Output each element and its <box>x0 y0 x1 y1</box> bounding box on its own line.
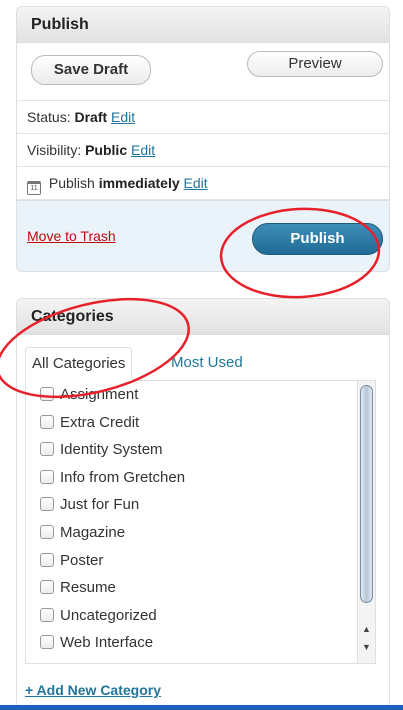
categories-box-title: Categories <box>17 299 389 335</box>
category-item[interactable]: Just for Fun <box>40 491 357 519</box>
scrollbar-thumb[interactable] <box>360 385 373 603</box>
category-label: Just for Fun <box>60 496 140 514</box>
category-label: Info from Gretchen <box>60 468 186 486</box>
category-checkbox[interactable] <box>40 607 54 622</box>
category-label: Web Interface <box>60 634 154 652</box>
category-item[interactable]: Resume <box>40 574 357 602</box>
category-checkbox[interactable] <box>40 442 54 457</box>
add-new-category-link[interactable]: + Add New Category <box>25 682 161 698</box>
category-label: Uncategorized <box>60 606 157 624</box>
category-item[interactable]: Web Interface <box>40 629 357 657</box>
category-label: Extra Credit <box>60 413 140 431</box>
tab-most-used[interactable]: Most Used <box>165 347 249 381</box>
categories-box: Categories All Categories Most Used Assi… <box>16 298 390 708</box>
category-item[interactable]: Magazine <box>40 519 357 547</box>
category-checkbox[interactable] <box>40 580 54 595</box>
scroll-up-arrow-icon[interactable]: ▲ <box>360 621 373 637</box>
publish-button[interactable]: Publish <box>252 223 383 255</box>
scroll-down-arrow-icon[interactable]: ▼ <box>360 639 373 655</box>
status-label: Status: <box>27 109 71 125</box>
visibility-value: Public <box>85 142 128 158</box>
status-value: Draft <box>74 109 108 125</box>
category-scrollbar[interactable]: ▲ ▼ <box>358 380 376 664</box>
category-label: Poster <box>60 551 104 569</box>
visibility-edit-link[interactable]: Edit <box>131 142 155 158</box>
visibility-label: Visibility: <box>27 142 82 158</box>
schedule-value: immediately <box>98 175 180 191</box>
category-label: Identity System <box>60 441 163 459</box>
category-checkbox[interactable] <box>40 469 54 484</box>
category-checkbox[interactable] <box>40 387 54 401</box>
category-item[interactable]: Poster <box>40 547 357 575</box>
category-item[interactable]: Extra Credit <box>40 409 357 437</box>
visibility-row: Visibility: Public Edit <box>17 133 389 166</box>
category-item[interactable]: Uncategorized <box>40 602 357 630</box>
category-tabs: All Categories Most Used <box>25 347 385 381</box>
status-row: Status: Draft Edit <box>17 100 389 133</box>
move-to-trash-link[interactable]: Move to Trash <box>27 228 116 244</box>
publish-box: Publish Save Draft Preview Status: Draft… <box>16 6 390 272</box>
category-checklist: Assignment Extra Credit Identity System … <box>25 380 358 664</box>
category-item[interactable]: Assignment <box>40 381 357 409</box>
category-checkbox[interactable] <box>40 635 54 650</box>
category-checkbox[interactable] <box>40 497 54 512</box>
category-label: Assignment <box>60 386 139 403</box>
major-publishing-actions: Move to Trash Publish <box>17 200 389 271</box>
category-checkbox[interactable] <box>40 552 54 567</box>
preview-button[interactable]: Preview <box>247 51 383 77</box>
category-checkbox[interactable] <box>40 414 54 429</box>
calendar-icon: 11 <box>27 181 41 195</box>
schedule-edit-link[interactable]: Edit <box>184 175 208 191</box>
schedule-row: 11 Publish immediately Edit <box>17 166 389 200</box>
category-item[interactable]: Info from Gretchen <box>40 464 357 492</box>
category-checkbox[interactable] <box>40 524 54 539</box>
status-edit-link[interactable]: Edit <box>111 109 135 125</box>
category-item[interactable]: Identity System <box>40 436 357 464</box>
tab-all-categories[interactable]: All Categories <box>25 347 133 381</box>
save-draft-button[interactable]: Save Draft <box>31 55 151 85</box>
schedule-prefix: Publish <box>48 175 95 191</box>
category-label: Resume <box>60 579 116 597</box>
bottom-border-bar <box>0 705 403 710</box>
publish-box-title: Publish <box>17 7 389 43</box>
category-label: Magazine <box>60 523 126 541</box>
